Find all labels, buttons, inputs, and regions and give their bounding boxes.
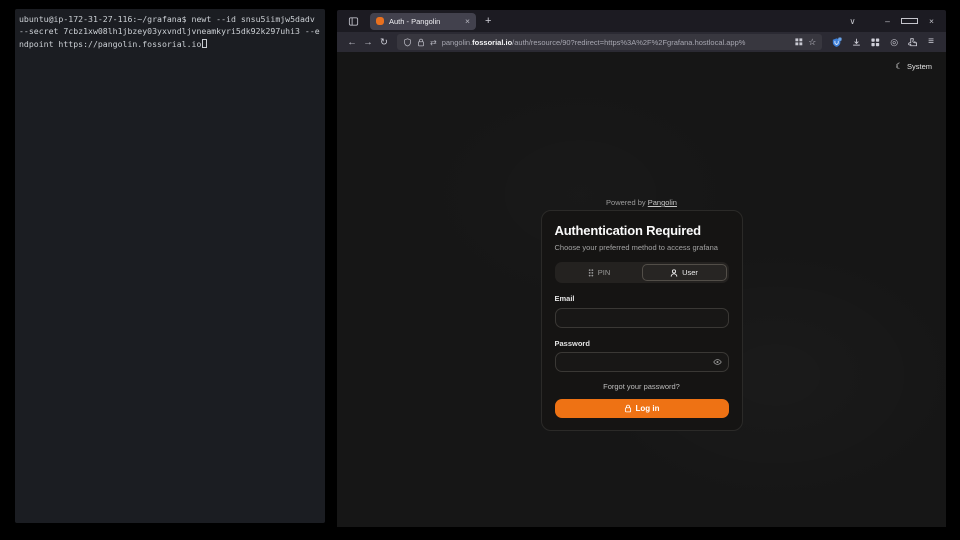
terminal-line: ndpoint https://pangolin.fossorial.io <box>19 38 321 50</box>
extension-circle-icon[interactable]: ◎ <box>890 38 898 47</box>
theme-label: System <box>907 62 932 71</box>
email-field[interactable] <box>555 308 729 328</box>
forgot-password-link[interactable]: Forgot your password? <box>555 382 729 391</box>
address-bar[interactable]: ⇄ pangolin.fossorial.io/auth/resource/90… <box>397 34 822 50</box>
tab-title: Auth - Pangolin <box>389 17 460 26</box>
new-tab-button[interactable]: + <box>485 16 491 27</box>
password-field[interactable] <box>555 352 729 372</box>
login-button[interactable]: Log in <box>555 399 729 418</box>
page-content: ☾ System Powered by Pangolin Authenticat… <box>337 52 946 527</box>
theme-moon-icon: ☾ <box>895 62 903 71</box>
terminal-window[interactable]: ubuntu@ip-172-31-27-116:~/grafana$ newt … <box>15 9 325 523</box>
terminal-line: ubuntu@ip-172-31-27-116:~/grafana$ newt … <box>19 13 321 25</box>
auth-method-toggle: PIN User <box>555 262 729 283</box>
login-button-label: Log in <box>636 404 660 413</box>
powered-by: Powered by Pangolin <box>337 198 946 207</box>
tab-auth-pangolin[interactable]: Auth - Pangolin × <box>370 13 476 30</box>
bookmark-star-icon[interactable]: ☆ <box>808 37 816 48</box>
browser-window: Auth - Pangolin × + ∨ – × ← → ↻ ⇄ pangol… <box>337 10 946 527</box>
pangolin-favicon-icon <box>376 17 384 25</box>
window-controls: ∨ – × <box>844 16 946 27</box>
tab-close-icon[interactable]: × <box>465 17 470 26</box>
extensions-puzzle-icon[interactable] <box>908 37 918 47</box>
url-text: pangolin.fossorial.io/auth/resource/90?r… <box>442 38 791 47</box>
toolbar-extensions: ◎ ≡ <box>827 37 939 48</box>
user-icon <box>670 269 678 277</box>
downloads-icon[interactable] <box>852 38 861 47</box>
lock-icon[interactable] <box>417 38 425 47</box>
containers-grid-icon[interactable] <box>795 38 803 46</box>
reload-button[interactable]: ↻ <box>376 37 392 48</box>
auth-card: Authentication Required Choose your pref… <box>541 210 743 431</box>
close-window-button[interactable]: × <box>923 16 940 26</box>
show-password-eye-icon[interactable] <box>713 358 722 366</box>
tab-user-label: User <box>682 268 698 277</box>
tab-list-chevron-icon[interactable]: ∨ <box>844 16 861 27</box>
password-manager-shield-icon[interactable] <box>832 37 842 48</box>
hamburger-menu-icon[interactable]: ≡ <box>928 37 934 47</box>
back-button[interactable]: ← <box>344 37 360 48</box>
terminal-cursor <box>202 39 207 48</box>
tab-pin-label: PIN <box>598 268 611 277</box>
login-lock-icon <box>624 404 632 413</box>
terminal-line: --secret 7cbz1xw08lh1jbzey03yxvndljvneam… <box>19 25 321 37</box>
tab-pin[interactable]: PIN <box>557 264 642 281</box>
permissions-swap-icon[interactable]: ⇄ <box>430 38 437 47</box>
card-subtitle: Choose your preferred method to access g… <box>555 243 729 252</box>
card-title: Authentication Required <box>555 223 729 238</box>
pangolin-link[interactable]: Pangolin <box>648 198 677 207</box>
apps-grid-icon[interactable] <box>871 38 880 47</box>
email-label: Email <box>555 294 729 303</box>
password-label: Password <box>555 339 729 348</box>
tab-bar: Auth - Pangolin × + ∨ – × <box>337 10 946 32</box>
keypad-icon <box>588 269 594 277</box>
tab-user[interactable]: User <box>642 264 727 281</box>
maximize-button[interactable] <box>901 18 918 24</box>
firefox-view-icon[interactable] <box>348 16 359 27</box>
forward-button[interactable]: → <box>360 37 376 48</box>
theme-toggle[interactable]: ☾ System <box>895 62 932 71</box>
navigation-bar: ← → ↻ ⇄ pangolin.fossorial.io/auth/resou… <box>337 32 946 52</box>
shield-icon[interactable] <box>403 38 412 47</box>
minimize-button[interactable]: – <box>879 16 896 26</box>
